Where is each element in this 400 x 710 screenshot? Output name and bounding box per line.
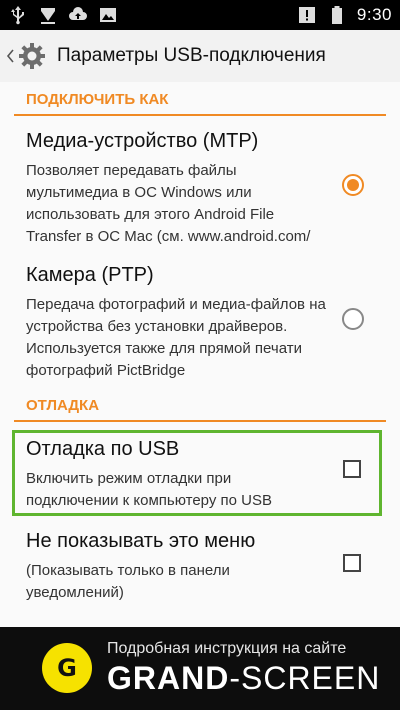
- brand-bold: GRAND: [107, 660, 230, 696]
- usb-icon: [11, 6, 24, 25]
- grand-screen-logo: G: [42, 643, 92, 693]
- pref-hide-menu[interactable]: Не показывать это меню (Показывать тольк…: [0, 522, 400, 622]
- brand-dash: -: [229, 660, 241, 696]
- pref-title: Камера (PTP): [26, 264, 154, 286]
- clock: 9:30: [356, 5, 392, 24]
- ptp-radio[interactable]: [342, 308, 364, 330]
- alert-icon: [298, 7, 315, 23]
- section-header-label: ОТЛАДКА: [26, 397, 100, 414]
- page-title: Параметры USB-подключения: [57, 45, 326, 66]
- section-header-connect-as: ПОДКЛЮЧИТЬ КАК: [14, 86, 386, 116]
- pref-summary: Позволяет передавать файлы мультимедиа в…: [26, 162, 311, 245]
- pref-summary: Передача фотографий и медиа-файлов на ус…: [26, 296, 326, 379]
- image-icon: [100, 8, 116, 22]
- banner-subtitle: Подробная инструкция на сайте: [107, 640, 347, 657]
- pref-title: Медиа-устройство (MTP): [26, 130, 259, 152]
- section-header-label: ПОДКЛЮЧИТЬ КАК: [26, 91, 169, 108]
- battery-icon: [331, 6, 342, 24]
- pref-title: Не показывать это меню: [26, 530, 256, 552]
- settings-gear-icon[interactable]: [17, 41, 47, 71]
- pref-summary: (Показывать только в панели уведомлений): [26, 562, 230, 601]
- highlight-frame: [12, 430, 382, 516]
- action-bar: Параметры USB-подключения: [0, 30, 400, 82]
- section-header-debugging: ОТЛАДКА: [14, 392, 386, 422]
- pref-mtp[interactable]: Медиа-устройство (MTP) Позволяет передав…: [0, 118, 400, 250]
- pref-ptp[interactable]: Камера (PTP) Передача фотографий и медиа…: [0, 252, 400, 382]
- download-icon: [41, 8, 55, 24]
- hide-menu-checkbox[interactable]: [343, 554, 361, 572]
- status-bar: 9:30: [0, 0, 400, 30]
- cloud-upload-icon: [69, 7, 87, 20]
- brand-rest: SCREEN: [240, 660, 381, 696]
- mtp-radio[interactable]: [342, 174, 364, 196]
- logo-letter: G: [57, 654, 77, 682]
- back-chevron-icon[interactable]: [5, 46, 15, 66]
- banner-brand: GRAND-SCREEN: [107, 660, 380, 697]
